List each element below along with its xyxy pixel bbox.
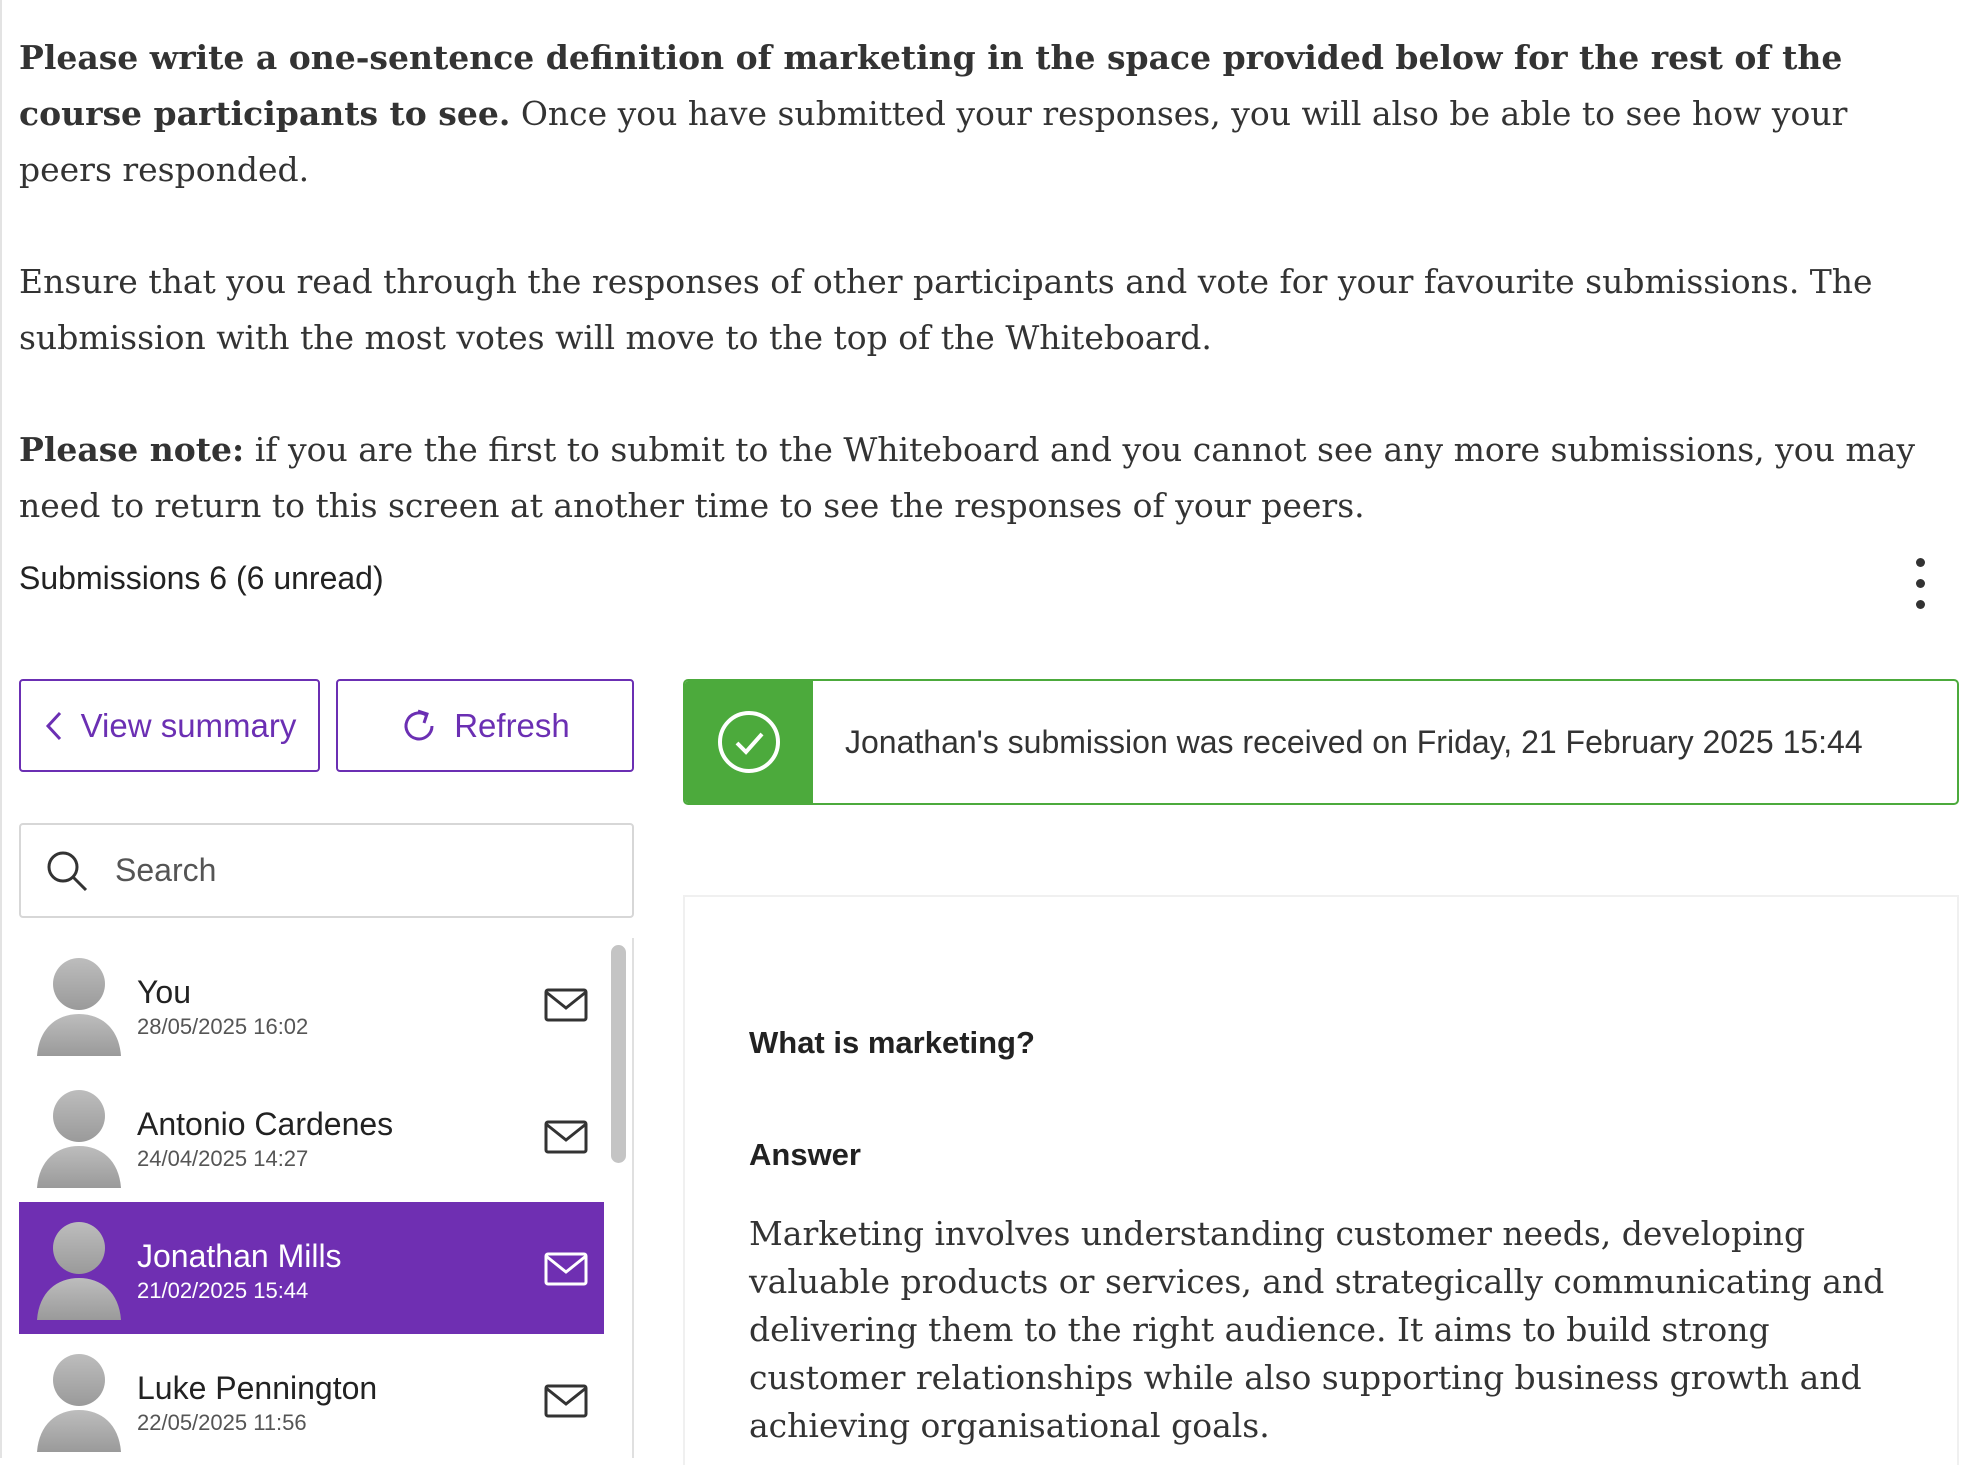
refresh-button[interactable]: Refresh bbox=[336, 679, 634, 772]
submitter-name: Luke Pennington bbox=[137, 1370, 378, 1406]
envelope-icon[interactable] bbox=[544, 1384, 588, 1418]
avatar-icon bbox=[37, 1222, 121, 1320]
instruction-note-label: Please note: bbox=[19, 430, 245, 469]
scrollbar-thumb[interactable] bbox=[611, 945, 626, 1163]
page-left-border bbox=[0, 0, 2, 1458]
submission-date: 24/04/2025 14:27 bbox=[137, 1146, 309, 1171]
envelope-icon[interactable] bbox=[544, 1120, 588, 1154]
submissions-count: Submissions 6 (6 unread) bbox=[19, 560, 384, 596]
avatar-icon bbox=[37, 1354, 121, 1452]
check-circle-icon bbox=[718, 711, 780, 773]
refresh-icon bbox=[400, 707, 438, 745]
avatar-icon bbox=[37, 1090, 121, 1188]
avatar-icon bbox=[37, 958, 121, 1056]
submission-list: You 28/05/2025 16:02 Antonio Cardenes 24… bbox=[19, 938, 604, 1458]
instruction-note-text: if you are the first to submit to the Wh… bbox=[19, 430, 1916, 525]
submission-date: 22/05/2025 11:56 bbox=[137, 1410, 307, 1435]
view-summary-label: View summary bbox=[80, 706, 297, 744]
view-summary-button[interactable]: View summary bbox=[19, 679, 320, 772]
instruction-paragraph-1: Please write a one-sentence definition o… bbox=[19, 30, 1949, 198]
search-input[interactable] bbox=[113, 851, 597, 890]
list-item[interactable]: You 28/05/2025 16:02 bbox=[19, 938, 604, 1070]
more-options-button[interactable] bbox=[1904, 556, 1934, 612]
instruction-paragraph-3: Please note: if you are the first to sub… bbox=[19, 422, 1949, 534]
list-item[interactable]: Antonio Cardenes 24/04/2025 14:27 bbox=[19, 1070, 604, 1202]
search-icon bbox=[45, 849, 89, 893]
submitter-name: You bbox=[137, 974, 191, 1010]
instruction-paragraph-2: Ensure that you read through the respons… bbox=[19, 262, 1873, 357]
refresh-label: Refresh bbox=[454, 706, 570, 744]
list-item[interactable]: Jonathan Mills 21/02/2025 15:44 bbox=[19, 1202, 604, 1334]
notice-message: Jonathan's submission was received on Fr… bbox=[845, 723, 1863, 760]
submission-received-notice: Jonathan's submission was received on Fr… bbox=[683, 679, 1959, 805]
submission-detail: What is marketing? Answer Marketing invo… bbox=[683, 895, 1959, 1465]
answer-label: Answer bbox=[749, 1137, 861, 1172]
envelope-icon[interactable] bbox=[544, 988, 588, 1022]
instructions: Please write a one-sentence definition o… bbox=[19, 30, 1949, 590]
list-item[interactable]: Luke Pennington 22/05/2025 11:56 bbox=[19, 1334, 604, 1458]
notice-icon-panel bbox=[685, 681, 813, 803]
chevron-left-icon bbox=[43, 709, 65, 743]
answer-text: Marketing involves understanding custome… bbox=[749, 1214, 1885, 1445]
submission-date: 21/02/2025 15:44 bbox=[137, 1278, 309, 1303]
more-vertical-icon bbox=[1916, 558, 1925, 567]
submission-date: 28/05/2025 16:02 bbox=[137, 1014, 309, 1039]
search-box[interactable] bbox=[19, 823, 634, 918]
question-title: What is marketing? bbox=[749, 1025, 1035, 1060]
list-divider bbox=[632, 938, 634, 1458]
submitter-name: Antonio Cardenes bbox=[137, 1106, 394, 1142]
submitter-name: Jonathan Mills bbox=[137, 1238, 342, 1274]
envelope-icon[interactable] bbox=[544, 1252, 588, 1286]
